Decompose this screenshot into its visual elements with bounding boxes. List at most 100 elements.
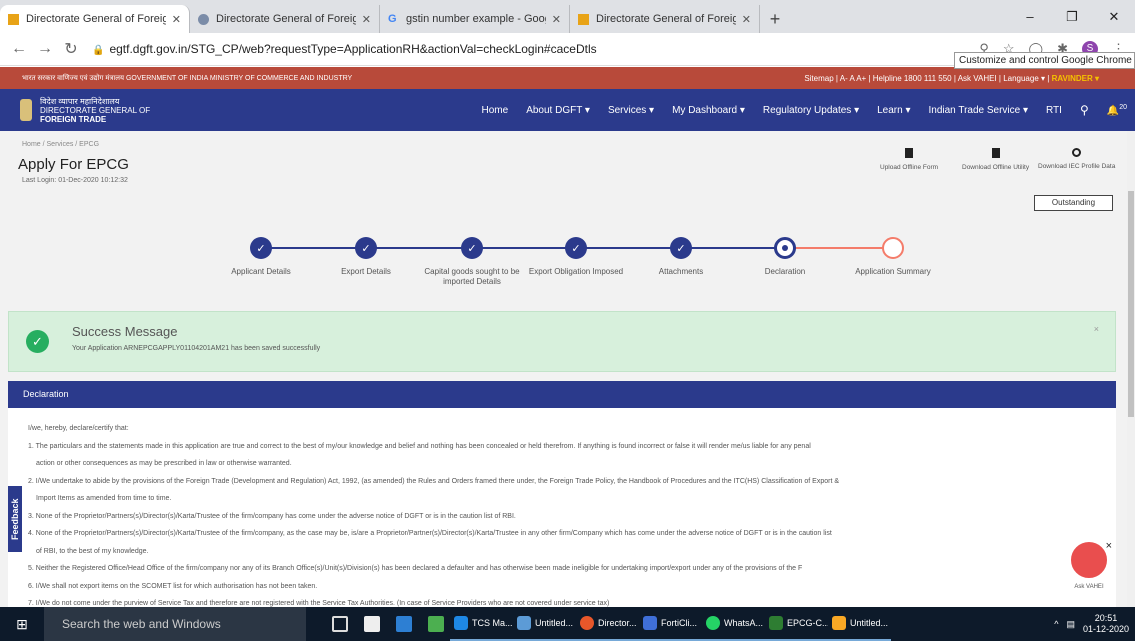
step-attachments[interactable]: ✓ Attachments: [631, 237, 731, 277]
message-icon[interactable]: ▤: [1066, 619, 1075, 630]
close-alert-icon[interactable]: ×: [1094, 324, 1099, 334]
app-label: Untitled...: [535, 618, 574, 628]
org-name-line1: DIRECTORATE GENERAL OF: [40, 105, 151, 115]
close-window-button[interactable]: ✕: [1093, 0, 1135, 33]
windows-start-icon[interactable]: ⊞: [0, 616, 44, 633]
lock-icon: 🔒: [92, 45, 105, 56]
declaration-body: I/we, hereby, declare/certify that: 1. T…: [8, 408, 1116, 607]
nav-learn[interactable]: Learn ▾: [877, 105, 910, 116]
close-assistant-icon[interactable]: ×: [1106, 540, 1112, 552]
download-offline-utility-link[interactable]: Download Offline Utility: [962, 148, 1029, 171]
ask-vahei-assistant[interactable]: Ask VAHEI ×: [1064, 540, 1114, 596]
nav-services[interactable]: Services ▾: [608, 105, 654, 116]
url-field[interactable]: 🔒 egtf.dgft.gov.in/STG_CP/web?requestType…: [92, 42, 597, 56]
search-icon[interactable]: ⚲: [1080, 103, 1089, 117]
clock[interactable]: 20:51 01-12-2020: [1083, 613, 1129, 635]
nav-about-dgft[interactable]: About DGFT ▾: [526, 105, 590, 116]
main-navbar: विदेश व्यापार महानिदेशालय DIRECTORATE GE…: [0, 89, 1135, 131]
nav-my-dashboard[interactable]: My Dashboard ▾: [672, 105, 745, 116]
step-declaration[interactable]: Declaration: [735, 237, 835, 277]
nav-menu: Home About DGFT ▾ Services ▾ My Dashboar…: [482, 103, 1128, 117]
browser-tab[interactable]: Directorate General of Foreign T ✕: [190, 5, 380, 33]
dgft-favicon-icon: [8, 13, 19, 25]
declaration-heading: Declaration: [8, 381, 1116, 408]
minimize-button[interactable]: –: [1009, 0, 1051, 33]
taskbar-app[interactable]: Director...: [576, 607, 639, 641]
check-icon: ✓: [250, 237, 272, 259]
step-label: Application Summary: [855, 267, 931, 276]
step-label: Export Obligation Imposed: [528, 267, 624, 276]
taskbar-app[interactable]: Untitled...: [828, 607, 891, 641]
step-applicant-details[interactable]: ✓ Applicant Details: [211, 237, 311, 277]
nav-regulatory-updates[interactable]: Regulatory Updates ▾: [763, 105, 859, 116]
national-emblem-icon: [20, 99, 32, 121]
reload-icon[interactable]: ↻: [58, 39, 84, 59]
breadcrumb[interactable]: Home / Services / EPCG: [22, 141, 99, 148]
step-export-details[interactable]: ✓ Export Details: [316, 237, 416, 277]
download-iec-profile-link[interactable]: Download IEC Profile Data: [1038, 148, 1115, 170]
close-tab-icon[interactable]: ✕: [172, 13, 181, 26]
taskbar-app[interactable]: TCS Ma...: [450, 607, 513, 641]
current-step-icon: [774, 237, 796, 259]
file-explorer-icon[interactable]: [396, 616, 412, 632]
chevron-up-icon[interactable]: ^: [1054, 619, 1058, 629]
pending-step-icon: [882, 237, 904, 259]
upload-offline-form-link[interactable]: Upload Offline Form: [880, 148, 938, 171]
bird-app-icon[interactable]: [428, 616, 444, 632]
assistant-label: Ask VAHEI: [1074, 584, 1104, 590]
check-circle-icon: ✓: [26, 330, 49, 353]
upload-file-icon: [905, 148, 914, 158]
nav-indian-trade-service[interactable]: Indian Trade Service ▾: [928, 105, 1028, 116]
close-tab-icon[interactable]: ✕: [742, 13, 751, 26]
assistant-avatar-icon: [1069, 540, 1109, 580]
page-scrollbar[interactable]: [1127, 131, 1135, 607]
utility-links-text: Sitemap | A- A A+ | Helpline 1800 111 55…: [804, 73, 1050, 83]
page-content: Home / Services / EPCG Apply For EPCG La…: [0, 131, 1127, 607]
scrollbar-thumb[interactable]: [1128, 191, 1134, 417]
new-tab-button[interactable]: +: [760, 5, 790, 33]
last-login: Last Login: 01-Dec-2020 10:12:32: [22, 177, 128, 184]
success-message: Your Application ARNEPCGAPPLY01104201AM2…: [72, 345, 321, 352]
close-tab-icon[interactable]: ✕: [362, 13, 371, 26]
app-label: EPCG-C...: [787, 618, 828, 628]
browser-tab[interactable]: Directorate General of Foreign T ✕: [570, 5, 760, 33]
user-menu[interactable]: RAVINDER ▾: [1052, 74, 1099, 83]
link-favicon-icon: [198, 13, 209, 25]
browser-tab[interactable]: Directorate General of Foreign T ✕: [0, 5, 190, 33]
org-name-line2: FOREIGN TRADE: [40, 114, 107, 124]
check-icon: ✓: [355, 237, 377, 259]
dgft-favicon-icon: [578, 13, 589, 25]
feedback-tab[interactable]: Feedback: [8, 486, 22, 552]
step-capital-goods[interactable]: ✓ Capital goods sought to be imported De…: [422, 237, 522, 287]
system-tray: ^ ▤ 20:51 01-12-2020: [1054, 613, 1129, 635]
ie-icon: [454, 616, 468, 630]
tab-title: Directorate General of Foreign T: [26, 13, 166, 25]
declaration-line: 5. Neither the Registered Office/Head Of…: [28, 565, 803, 572]
nav-home[interactable]: Home: [482, 105, 509, 116]
browser-tab[interactable]: G gstin number example - Google ✕: [380, 5, 570, 33]
step-export-obligation[interactable]: ✓ Export Obligation Imposed: [526, 237, 626, 277]
bell-icon[interactable]: 🔔20: [1107, 104, 1127, 116]
info-icon: [1072, 148, 1082, 157]
maximize-button[interactable]: ❐: [1051, 0, 1093, 33]
page-title: Apply For EPCG: [18, 156, 129, 173]
app-label: TCS Ma...: [472, 618, 513, 628]
outstanding-button[interactable]: Outstanding: [1034, 195, 1113, 211]
gov-utility-links[interactable]: Sitemap | A- A A+ | Helpline 1800 111 55…: [804, 74, 1099, 83]
windows-taskbar: ⊞ Search the web and Windows TCS Ma... U…: [0, 607, 1135, 641]
forward-icon[interactable]: →: [32, 40, 58, 58]
task-view-icon[interactable]: [332, 616, 348, 632]
ministry-text: भारत सरकार वाणिज्य एवं उद्योग मंत्रालय G…: [22, 74, 353, 82]
taskbar-app[interactable]: WhatsA...: [702, 607, 765, 641]
taskbar-app[interactable]: Untitled...: [513, 607, 576, 641]
dgft-logo[interactable]: विदेश व्यापार महानिदेशालय DIRECTORATE GE…: [0, 97, 150, 124]
tab-title: Directorate General of Foreign T: [596, 13, 736, 25]
step-application-summary[interactable]: Application Summary: [843, 237, 943, 277]
close-tab-icon[interactable]: ✕: [552, 13, 561, 26]
store-icon[interactable]: [364, 616, 380, 632]
nav-rti[interactable]: RTI: [1046, 105, 1062, 116]
taskbar-app[interactable]: FortiCli...: [639, 607, 702, 641]
back-icon[interactable]: ←: [6, 40, 32, 58]
taskbar-app[interactable]: EPCG-C...: [765, 607, 828, 641]
taskbar-search-box[interactable]: Search the web and Windows: [44, 607, 306, 641]
